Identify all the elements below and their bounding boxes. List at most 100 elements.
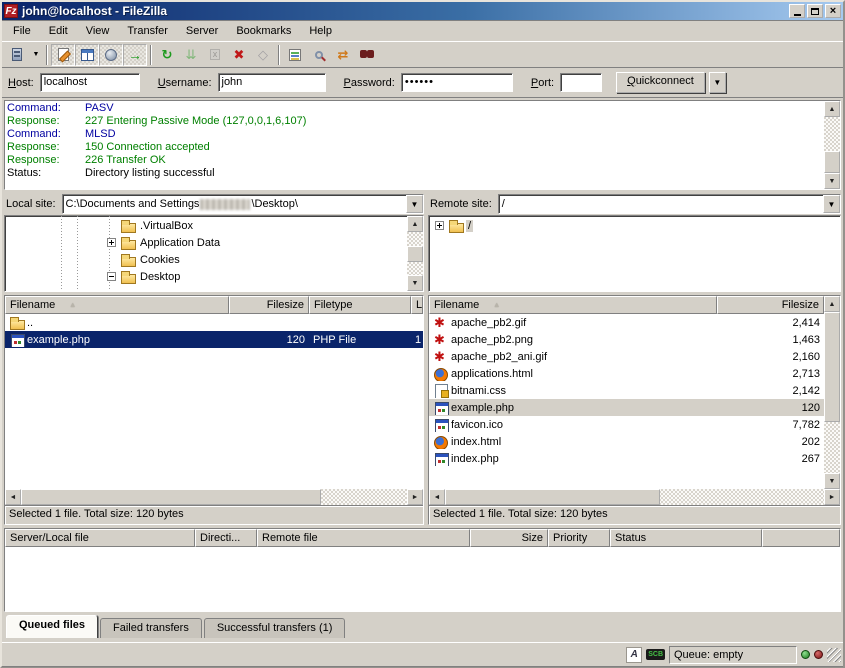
browser-file-icon (433, 435, 449, 449)
tree-item-application-data[interactable]: Application Data (5, 234, 407, 251)
column-header-filetype[interactable]: Filetype (309, 296, 411, 314)
site-manager-dropdown-button[interactable]: ▼ (29, 44, 43, 66)
scroll-up-icon[interactable]: ▲ (824, 101, 840, 117)
column-header-priority[interactable]: Priority (548, 529, 610, 547)
scroll-up-icon[interactable]: ▲ (824, 296, 840, 312)
tab-queued-files[interactable]: Queued files (6, 615, 98, 638)
local-tree-scrollbar[interactable]: ▲ ▼ (407, 216, 423, 291)
scrollbar-thumb[interactable] (21, 489, 321, 505)
refresh-button[interactable]: ↻ (155, 44, 179, 66)
reconnect-button[interactable]: ◇ (251, 44, 275, 66)
local-site-dropdown-button[interactable]: ▼ (406, 195, 423, 213)
compare-directories-button[interactable] (307, 44, 331, 66)
file-row[interactable]: bitnami.css2,142 (429, 382, 824, 399)
file-row[interactable]: favicon.ico7,782 (429, 416, 824, 433)
file-row[interactable]: index.html202 (429, 433, 824, 450)
expand-icon[interactable] (107, 238, 116, 247)
column-header-server-local-file[interactable]: Server/Local file (5, 529, 195, 547)
collapse-icon[interactable] (107, 272, 116, 281)
toggle-queue-button[interactable]: → (123, 44, 147, 66)
local-site-combo[interactable]: C:\Documents and Settings\Desktop\ ▼ (62, 194, 424, 214)
file-row[interactable]: apache_pb2_ani.gif2,160 (429, 348, 824, 365)
find-files-button[interactable] (355, 44, 379, 66)
menu-file[interactable]: File (4, 22, 40, 40)
expand-icon[interactable] (435, 221, 444, 230)
tree-item-cookies[interactable]: Cookies (5, 251, 407, 268)
file-row[interactable]: apache_pb2.png1,463 (429, 331, 824, 348)
username-input[interactable]: john (218, 73, 326, 92)
folder-icon (120, 253, 136, 267)
tab-failed-transfers[interactable]: Failed transfers (100, 618, 202, 638)
remote-list-scrollbar[interactable]: ▲ ▼ (824, 296, 840, 489)
log-vertical-scrollbar[interactable]: ▲ ▼ (824, 101, 840, 189)
scroll-right-icon[interactable]: ► (824, 489, 840, 505)
process-queue-button[interactable]: ⇊ (179, 44, 203, 66)
quickconnect-dropdown-button[interactable]: ▼ (709, 72, 726, 93)
column-header-filename[interactable]: Filename▲ (429, 296, 717, 314)
column-header-size[interactable]: Size (470, 529, 548, 547)
scroll-right-icon[interactable]: ► (407, 489, 423, 505)
port-input[interactable] (560, 73, 602, 92)
red-status-indicator-icon[interactable] (814, 650, 823, 659)
remote-site-dropdown-button[interactable]: ▼ (823, 195, 840, 213)
toggle-remote-tree-button[interactable] (99, 44, 123, 66)
column-header-status[interactable]: Status (610, 529, 762, 547)
file-row[interactable]: index.php267 (429, 450, 824, 467)
column-header-modified[interactable]: L (411, 296, 423, 314)
tab-successful-transfers[interactable]: Successful transfers (1) (204, 618, 346, 638)
remote-site-combo[interactable]: / ▼ (498, 194, 841, 214)
column-header-remote-file[interactable]: Remote file (257, 529, 470, 547)
menu-edit[interactable]: Edit (40, 22, 77, 40)
scroll-down-icon[interactable]: ▼ (824, 473, 840, 489)
toggle-local-tree-button[interactable] (75, 44, 99, 66)
transfer-type-icon[interactable]: A (626, 647, 642, 663)
scrollbar-thumb[interactable] (445, 489, 660, 505)
scroll-down-icon[interactable]: ▼ (407, 275, 423, 291)
close-icon: × (830, 6, 836, 17)
scroll-down-icon[interactable]: ▼ (824, 173, 840, 189)
resize-grip[interactable] (827, 648, 841, 662)
window-title: john@localhost - FileZilla (22, 4, 787, 18)
menu-transfer[interactable]: Transfer (118, 22, 177, 40)
cancel-operation-button[interactable]: x (203, 44, 227, 66)
scrollbar-thumb[interactable] (824, 312, 840, 422)
redacted-username (200, 199, 250, 210)
directory-filter-button[interactable] (283, 44, 307, 66)
close-button[interactable]: × (825, 4, 841, 18)
scrollbar-thumb[interactable] (407, 246, 423, 262)
menu-help[interactable]: Help (300, 22, 341, 40)
maximize-button[interactable] (807, 4, 823, 18)
tree-item-root[interactable]: / (429, 217, 840, 234)
local-list-hscrollbar[interactable]: ◄ ► (5, 489, 423, 505)
password-input[interactable]: •••••• (401, 73, 513, 92)
column-header-filesize[interactable]: Filesize (717, 296, 824, 314)
tree-item-desktop[interactable]: Desktop (5, 268, 407, 285)
green-status-indicator-icon[interactable] (801, 650, 810, 659)
quickconnect-button[interactable]: Quickconnect (616, 72, 705, 93)
tree-item-virtualbox[interactable]: .VirtualBox (5, 217, 407, 234)
file-row[interactable]: applications.html2,713 (429, 365, 824, 382)
file-row[interactable]: apache_pb2.gif2,414 (429, 314, 824, 331)
synchronized-browsing-button[interactable]: ⇄ (331, 44, 355, 66)
scroll-left-icon[interactable]: ◄ (429, 489, 445, 505)
scroll-up-icon[interactable]: ▲ (407, 216, 423, 232)
column-header-filesize[interactable]: Filesize (229, 296, 309, 314)
mode-badge-icon[interactable]: SCB (646, 649, 665, 660)
menu-bookmarks[interactable]: Bookmarks (227, 22, 300, 40)
menu-server[interactable]: Server (177, 22, 227, 40)
toolbar-separator (46, 45, 48, 65)
toggle-message-log-button[interactable] (51, 44, 75, 66)
file-row-example-php[interactable]: example.php 120 PHP File 1 (5, 331, 423, 348)
menu-view[interactable]: View (77, 22, 119, 40)
minimize-button[interactable] (789, 4, 805, 18)
file-row-parent-dir[interactable]: .. (5, 314, 423, 331)
disconnect-button[interactable]: ✖ (227, 44, 251, 66)
file-row-example-php[interactable]: example.php120 (429, 399, 824, 416)
scroll-left-icon[interactable]: ◄ (5, 489, 21, 505)
column-header-direction[interactable]: Directi... (195, 529, 257, 547)
remote-list-hscrollbar[interactable]: ◄ ► (429, 489, 840, 505)
host-input[interactable]: localhost (40, 73, 140, 92)
column-header-filename[interactable]: Filename▲ (5, 296, 229, 314)
site-manager-button[interactable] (5, 44, 29, 66)
scrollbar-thumb[interactable] (824, 151, 840, 173)
